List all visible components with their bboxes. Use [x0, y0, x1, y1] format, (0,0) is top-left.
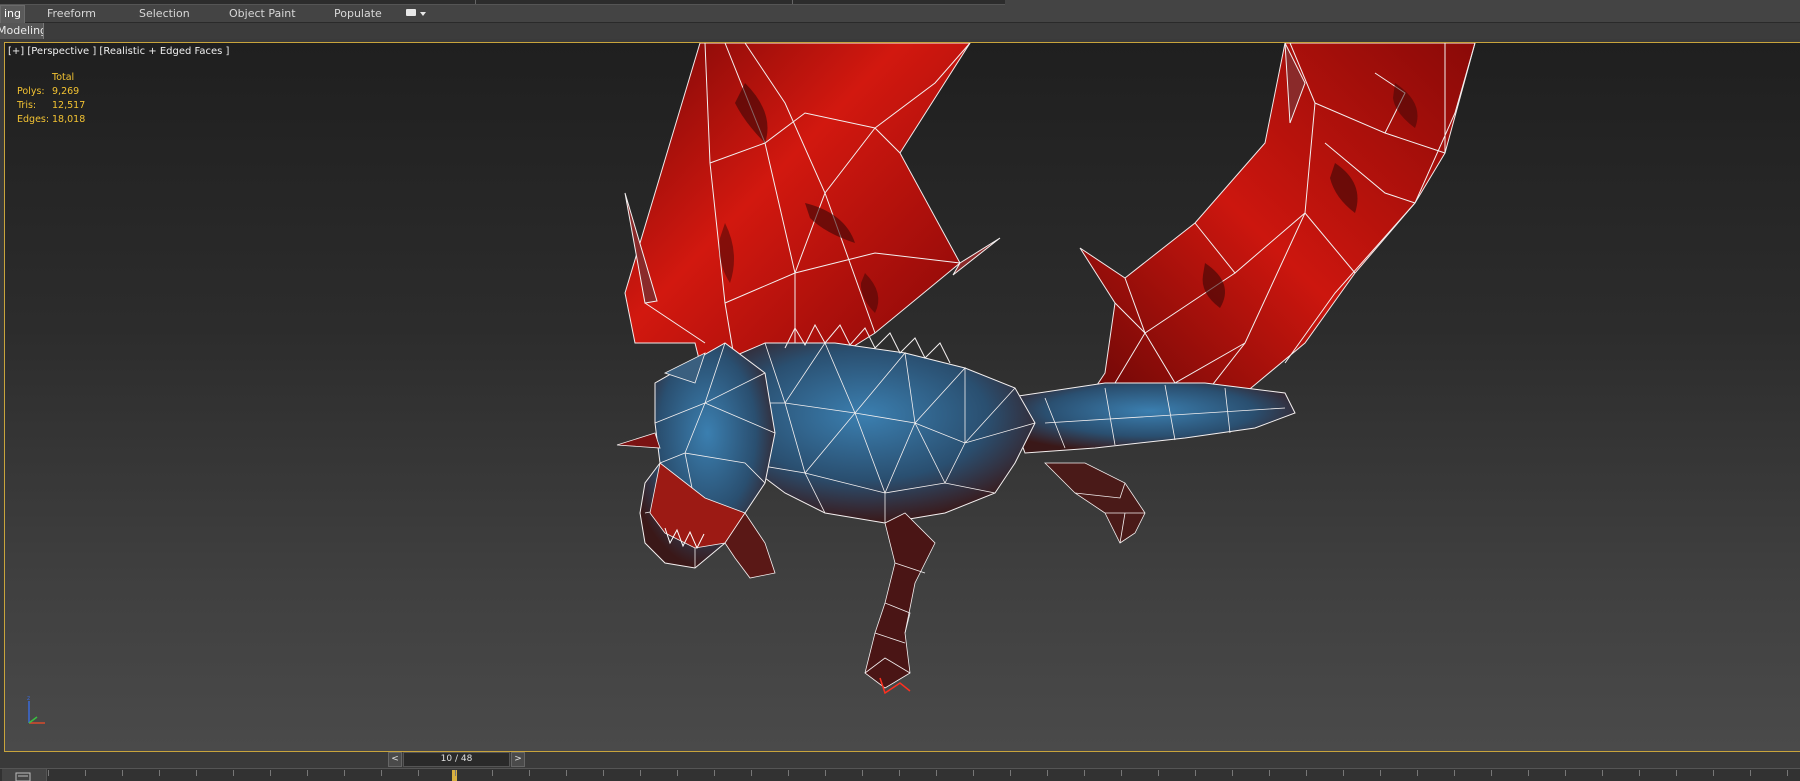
timeline-tick [1713, 770, 1714, 776]
timeline-tick [270, 770, 271, 776]
timeline-tick [48, 770, 49, 776]
timeline-tick [233, 770, 234, 776]
timeline-tick [825, 770, 826, 776]
axis-z-label: z [27, 695, 30, 702]
axis-gizmo-icon: z [27, 695, 45, 724]
timeline-track[interactable] [0, 768, 1800, 781]
timeline-tick [1380, 770, 1381, 776]
timeline-tick [307, 770, 308, 776]
dragon-model[interactable] [5, 43, 1800, 752]
stats-value: 18,018 [52, 114, 86, 125]
stats-label: Polys: [17, 86, 45, 97]
time-slider-nav: < 10 / 48 > [388, 751, 525, 767]
timeline-tick [1787, 770, 1788, 776]
timeline-tick [751, 770, 752, 776]
stats-panel: Total Polys: 9,269 Tris: 12,517 Edges: 1… [17, 71, 85, 127]
viewport-label[interactable]: [+] [Perspective ] [Realistic + Edged Fa… [8, 46, 229, 57]
ribbon-toggle-icon[interactable] [406, 9, 428, 20]
tab-populate[interactable]: Populate [334, 6, 382, 22]
timeline-tick [85, 770, 86, 776]
timeline-tick [677, 770, 678, 776]
stats-value: 12,517 [52, 100, 86, 111]
panel-modeling[interactable]: Modeling [0, 23, 44, 39]
timeline-tick [603, 770, 604, 776]
timeline-tick [1343, 770, 1344, 776]
tab-object-paint[interactable]: Object Paint [229, 6, 296, 22]
ribbon-tab-bar: ing Freeform Selection Object Paint Popu… [0, 0, 1800, 23]
tab-freeform[interactable]: Freeform [47, 6, 96, 22]
timeline-tick [566, 770, 567, 776]
stats-row-tris: Tris: 12,517 [17, 99, 85, 113]
app-window: ing Freeform Selection Object Paint Popu… [0, 0, 1800, 781]
stats-row-edges: Edges: 18,018 [17, 113, 85, 127]
dragon-tail [1004, 382, 1296, 454]
ribbon-panel-row: Modeling [0, 23, 1800, 39]
timeline-tick [936, 770, 937, 776]
timeline-tick [1158, 770, 1159, 776]
timeline-tick [196, 770, 197, 776]
timeline-tick [1565, 770, 1566, 776]
timeline-tick [862, 770, 863, 776]
timeline-tick [529, 770, 530, 776]
timeline-tick [1676, 770, 1677, 776]
perspective-viewport[interactable]: [+] [Perspective ] [Realistic + Edged Fa… [4, 42, 1800, 752]
timeline-tick [973, 770, 974, 776]
timeline-tick [1121, 770, 1122, 776]
timeline-tick [1269, 770, 1270, 776]
timeline-tick [1639, 770, 1640, 776]
ribbon-top-strip [0, 0, 1005, 5]
timeline-tick [122, 770, 123, 776]
stats-row-polys: Polys: 9,269 [17, 85, 85, 99]
stats-header: Total [52, 72, 75, 83]
next-frame-button[interactable]: > [511, 751, 525, 767]
timeline-tick [1602, 770, 1603, 776]
timeline-tick [492, 770, 493, 776]
timeline-tick [1528, 770, 1529, 776]
timeline-tick [1084, 770, 1085, 776]
timeline-tick [344, 770, 345, 776]
timeline-tick [640, 770, 641, 776]
timeline-tick [1454, 770, 1455, 776]
timeline-tick [1232, 770, 1233, 776]
status-bar [0, 752, 1800, 768]
timeline-icon[interactable] [2, 769, 47, 781]
timeline-tick [1195, 770, 1196, 776]
timeline-tick [714, 770, 715, 776]
tab-modeling[interactable]: ing [0, 5, 26, 23]
stats-label: Tris: [17, 100, 37, 111]
prev-frame-button[interactable]: < [388, 751, 402, 767]
frame-counter[interactable]: 10 / 48 [403, 751, 510, 767]
timeline-tick [1750, 770, 1751, 776]
timeline-tick [418, 770, 419, 776]
timeline-tick [159, 770, 160, 776]
timeline-tick [1491, 770, 1492, 776]
timeline-tick [1010, 770, 1011, 776]
timeline-tick [788, 770, 789, 776]
timeline-tick [381, 770, 382, 776]
timeline-tick [455, 770, 456, 776]
timeline-tick [899, 770, 900, 776]
tab-selection[interactable]: Selection [139, 6, 190, 22]
timeline-tick [1047, 770, 1048, 776]
stats-label: Edges: [17, 114, 50, 125]
timeline-tick [1306, 770, 1307, 776]
timeline-tick [1417, 770, 1418, 776]
stats-value: 9,269 [52, 86, 80, 97]
